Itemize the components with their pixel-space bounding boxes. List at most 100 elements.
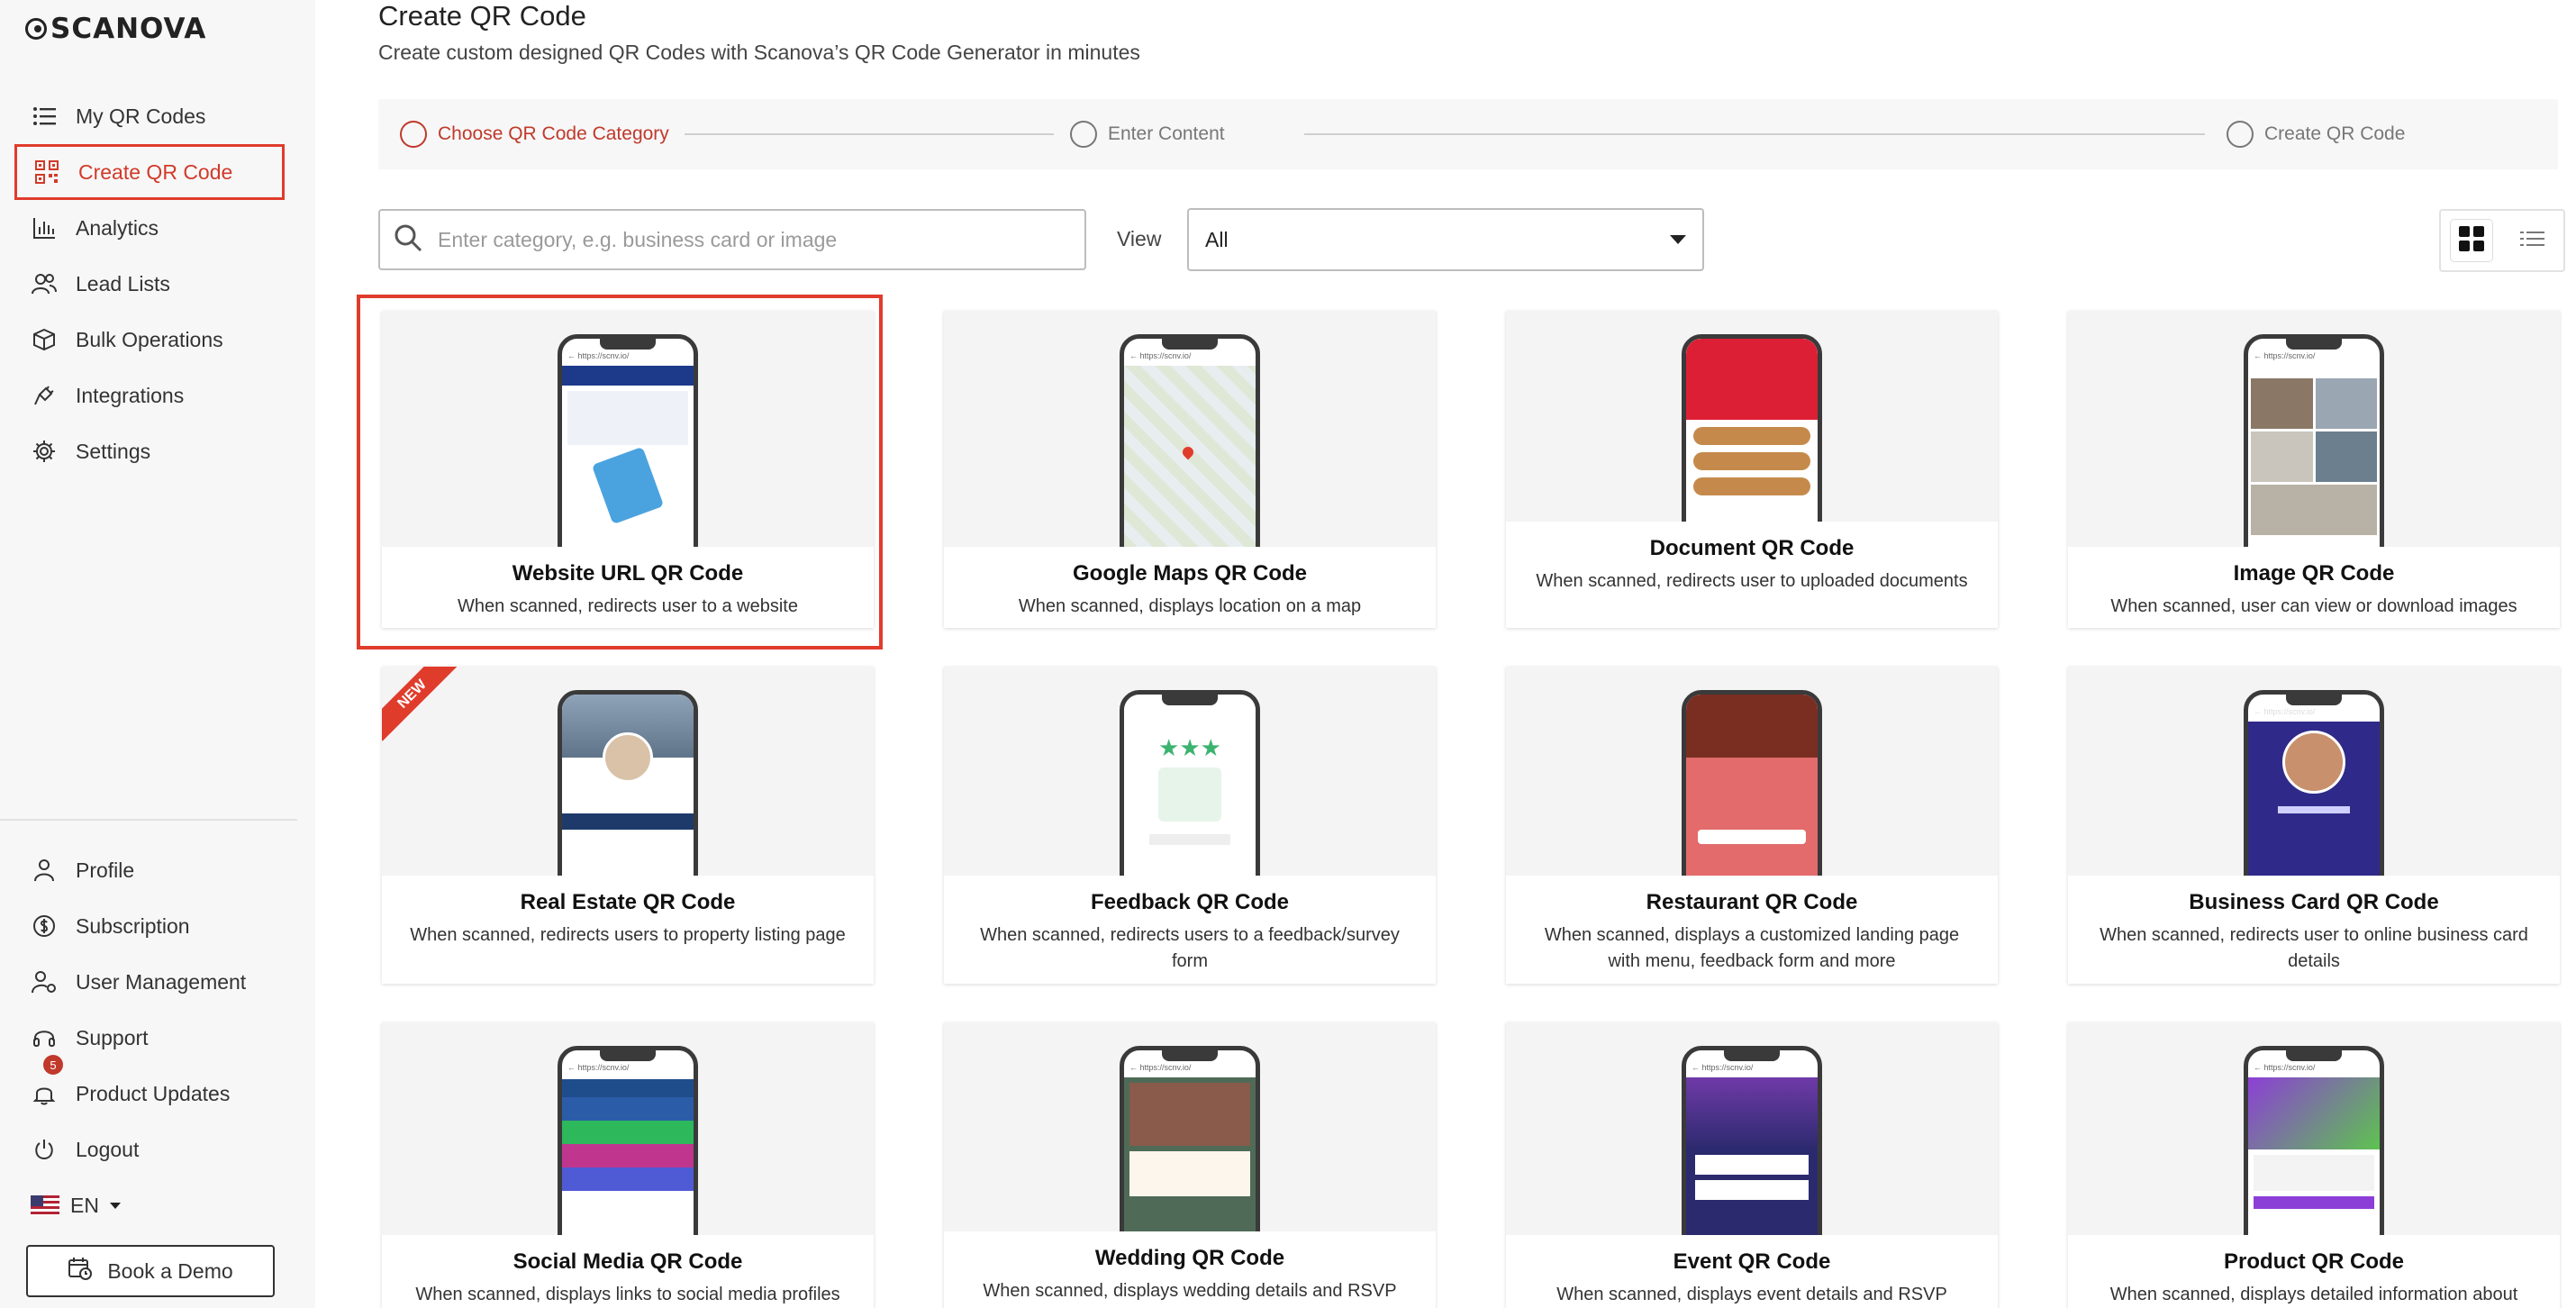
sidebar-item-label: Logout <box>76 1137 140 1161</box>
qr-code-icon <box>33 159 60 186</box>
card-title: Social Media QR Code <box>512 1249 743 1274</box>
view-label: View <box>1117 227 1162 250</box>
bar-chart-icon <box>31 214 58 241</box>
sidebar-item-logout[interactable]: Logout <box>14 1122 285 1177</box>
user-icon <box>31 857 58 884</box>
phone-mockup: ← https://scnv.io/ <box>1120 1046 1260 1231</box>
sidebar-nav-secondary: Profile Subscription User Management Sup… <box>14 842 285 1233</box>
view-dropdown-value: All <box>1205 227 1229 251</box>
card-description: When scanned, displays a customized land… <box>1544 925 1960 971</box>
sidebar-item-label: Settings <box>76 439 151 463</box>
sidebar-item-create-qr-code[interactable]: Create QR Code <box>14 144 285 200</box>
logo-text: SCANOVA <box>50 13 207 45</box>
card-description: When scanned, redirects user to a websit… <box>458 596 798 616</box>
category-card-restaurant[interactable]: Restaurant QR Code When scanned, display… <box>1506 667 1998 984</box>
card-description: When scanned, displays detailed informat… <box>2109 1285 2518 1304</box>
step-circle-icon <box>2227 121 2254 148</box>
gear-icon <box>31 438 58 465</box>
card-description: When scanned, displays event details and… <box>1556 1285 1947 1304</box>
sidebar-item-lead-lists[interactable]: Lead Lists <box>14 256 285 312</box>
category-card-product[interactable]: ← https://scnv.io/ Product QR Code When … <box>2068 1022 2560 1308</box>
category-card-wedding[interactable]: ← https://scnv.io/ Wedding QR Code When … <box>944 1022 1436 1308</box>
sidebar-item-label: Profile <box>76 858 135 882</box>
phone-mockup: ← https://scnv.io/ <box>558 334 698 547</box>
step-label: Create QR Code <box>2264 123 2406 144</box>
plug-icon <box>31 382 58 409</box>
language-label: EN <box>70 1193 99 1217</box>
us-flag-icon <box>31 1195 59 1215</box>
card-description: When scanned, user can view or download … <box>2110 596 2517 616</box>
card-title: Google Maps QR Code <box>1072 561 1307 586</box>
sidebar-item-label: Lead Lists <box>76 271 170 295</box>
phone-mockup: ← https://scnv.io/ <box>558 1046 698 1235</box>
category-card-real-estate[interactable]: NEW Real Estate QR Code When scanned, re… <box>382 667 874 984</box>
sidebar: SCANOVA My QR Codes Create QR Code Analy… <box>0 0 315 1308</box>
card-description: When scanned, displays location on a map <box>1018 596 1362 616</box>
book-demo-button[interactable]: Book a Demo <box>26 1245 275 1297</box>
sidebar-item-user-management[interactable]: User Management <box>14 954 285 1010</box>
card-thumbnail: ← https://scnv.io/ <box>2068 667 2560 876</box>
search-input[interactable] <box>438 227 1068 252</box>
sidebar-item-subscription[interactable]: Subscription <box>14 898 285 954</box>
step-circle-icon <box>1070 121 1097 148</box>
sidebar-item-settings[interactable]: Settings <box>14 423 285 479</box>
sidebar-item-analytics[interactable]: Analytics <box>14 200 285 256</box>
power-icon <box>31 1136 58 1163</box>
sidebar-item-label: Subscription <box>76 913 190 938</box>
list-view-button[interactable] <box>2512 220 2553 261</box>
card-description: When scanned, redirects users to a feedb… <box>980 925 1400 971</box>
card-thumbnail: ★★★ <box>944 667 1436 876</box>
card-thumbnail <box>1506 667 1998 876</box>
sidebar-item-label: Support <box>76 1025 149 1049</box>
list-icon <box>31 103 58 130</box>
headset-icon <box>31 1024 58 1051</box>
phone-mockup: ← https://scnv.io/ <box>2244 334 2384 547</box>
step-connector <box>1304 133 2205 135</box>
grid-icon <box>2458 225 2485 257</box>
scanova-logo[interactable]: SCANOVA <box>25 13 206 45</box>
sidebar-item-label: Analytics <box>76 215 159 240</box>
layout-toggle <box>2439 209 2565 272</box>
step-connector <box>685 133 1054 135</box>
sidebar-item-bulk-operations[interactable]: Bulk Operations <box>14 312 285 368</box>
phone-mockup <box>1682 334 1822 522</box>
category-card-feedback[interactable]: ★★★ Feedback QR Code When scanned, redir… <box>944 667 1436 984</box>
step-label: Choose QR Code Category <box>438 123 669 144</box>
category-card-document[interactable]: Document QR Code When scanned, redirects… <box>1506 311 1998 628</box>
category-card-social-media[interactable]: ← https://scnv.io/ Social Media QR Code … <box>382 1022 874 1308</box>
sidebar-item-product-updates[interactable]: 5 Product Updates <box>14 1055 285 1122</box>
category-card-website-url[interactable]: ← https://scnv.io/ Website URL QR Code W… <box>382 311 874 628</box>
card-thumbnail: ← https://scnv.io/ <box>1506 1022 1998 1235</box>
grid-view-button[interactable] <box>2451 220 2492 261</box>
category-card-google-maps[interactable]: ← https://scnv.io/ Google Maps QR Code W… <box>944 311 1436 628</box>
card-title: Feedback QR Code <box>1090 890 1290 914</box>
card-title: Wedding QR Code <box>1094 1246 1285 1270</box>
view-dropdown[interactable]: All <box>1187 208 1704 271</box>
phone-mockup: ← https://scnv.io/ <box>1682 1046 1822 1235</box>
category-card-business-card[interactable]: ← https://scnv.io/ Business Card QR Code… <box>2068 667 2560 984</box>
user-gear-icon <box>31 968 58 995</box>
sidebar-item-label: User Management <box>76 969 247 994</box>
page-subtitle: Create custom designed QR Codes with Sca… <box>378 41 1140 64</box>
card-description: When scanned, displays links to social m… <box>415 1285 840 1304</box>
card-thumbnail: ← https://scnv.io/ <box>944 311 1436 547</box>
step-enter-content: Enter Content <box>1070 121 1225 148</box>
phone-mockup <box>1682 690 1822 876</box>
card-title: Website URL QR Code <box>512 561 744 586</box>
sidebar-item-label: My QR Codes <box>76 104 206 128</box>
category-card-image[interactable]: ← https://scnv.io/ Image QR Code When sc… <box>2068 311 2560 628</box>
search-icon <box>393 223 423 258</box>
phone-mockup: ★★★ <box>1120 690 1260 876</box>
card-description: When scanned, displays wedding details a… <box>983 1281 1397 1308</box>
chevron-down-icon <box>109 1202 121 1209</box>
chevron-down-icon <box>1670 235 1686 244</box>
card-description: When scanned, redirects users to propert… <box>410 925 846 945</box>
sidebar-item-label: Bulk Operations <box>76 327 223 351</box>
bell-icon <box>31 1080 58 1107</box>
category-card-event[interactable]: ← https://scnv.io/ Event QR Code When sc… <box>1506 1022 1998 1308</box>
sidebar-item-profile[interactable]: Profile <box>14 842 285 898</box>
sidebar-item-my-qr-codes[interactable]: My QR Codes <box>14 88 285 144</box>
sidebar-item-integrations[interactable]: Integrations <box>14 368 285 423</box>
language-selector[interactable]: EN <box>14 1177 285 1233</box>
card-title: Restaurant QR Code <box>1646 890 1858 914</box>
